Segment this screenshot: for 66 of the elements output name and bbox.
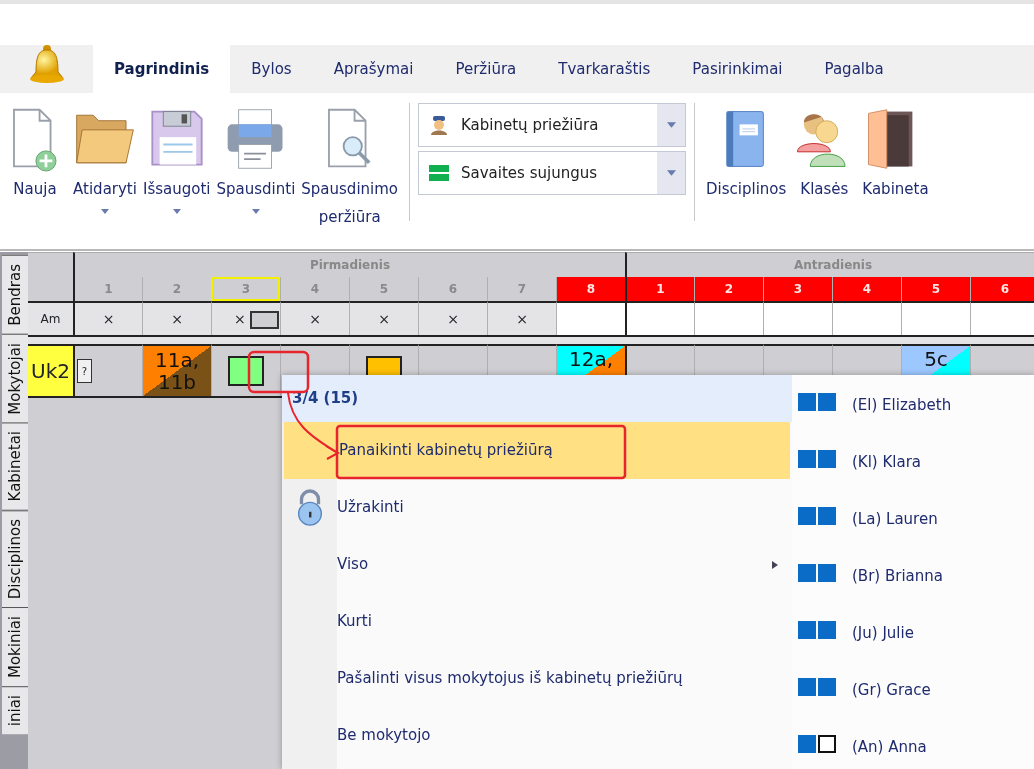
cross-mark: × [378, 309, 390, 329]
toolbar-button[interactable]: Kabineta [859, 103, 932, 203]
menu-item[interactable]: Viso [282, 536, 792, 593]
ribbon-tab[interactable]: Pagalba [803, 45, 905, 93]
unknown-card[interactable]: ? [77, 359, 92, 383]
grid-cell[interactable] [763, 301, 832, 335]
day-header: Pirmadienis [73, 252, 625, 277]
side-tab[interactable]: Bendras [2, 255, 28, 334]
grid-cell[interactable] [211, 344, 280, 396]
row-header: Am [28, 301, 73, 335]
ribbon-tab[interactable]: Pagrindinis [93, 45, 231, 93]
grid-cell[interactable] [970, 301, 1034, 335]
lesson-card[interactable] [228, 356, 264, 386]
grid-cell[interactable] [625, 301, 694, 335]
day-header: Antradienis [625, 252, 1034, 277]
cross-mark: × [309, 309, 321, 329]
toolbar-button[interactable]: Atidaryti [70, 103, 140, 214]
cross-mark: × [234, 309, 246, 329]
menu-item[interactable]: (La) Lauren [792, 491, 1034, 548]
grid-cell[interactable]: × [142, 301, 211, 335]
grid-cell[interactable]: × [73, 301, 142, 335]
menu-item[interactable]: Pašalinti visus mokytojus iš kabinetų priežiūrų [282, 650, 792, 707]
grid-cell[interactable] [832, 301, 901, 335]
toolbar-button[interactable]: Disciplinos [703, 103, 790, 203]
toolbar-button[interactable]: Spausdinti [213, 103, 299, 214]
row-header: Uk2 [28, 344, 73, 396]
dropdown-field[interactable]: Savaites sujungus [418, 151, 687, 195]
grid-cell[interactable] [901, 301, 970, 335]
side-tab[interactable]: Mokytojai [2, 333, 28, 423]
toolbar-button[interactable]: Išsaugoti [140, 103, 214, 214]
cross-mark: × [447, 309, 459, 329]
menu-item[interactable]: Kurti [282, 593, 792, 650]
toolbar-button[interactable]: Klasės [789, 103, 860, 203]
dropdown-field[interactable]: Kabinetų priežiūra [418, 103, 687, 147]
menu-item[interactable]: Panaikinti kabinetų priežiūrą [284, 422, 790, 479]
ribbon-tab[interactable]: Tvarkaraštis [537, 45, 672, 93]
ribbon-tab[interactable]: Peržiūra [434, 45, 538, 93]
grid-cell[interactable] [556, 301, 625, 335]
ribbon-tab[interactable]: Bylos [230, 45, 313, 93]
caret-icon [666, 122, 676, 128]
menu-item[interactable]: (An) Anna [792, 719, 1034, 769]
side-tab[interactable]: iniai [2, 686, 28, 735]
cross-mark: × [516, 309, 528, 329]
grid-cell[interactable] [694, 301, 763, 335]
side-tab[interactable]: Kabinetai [2, 422, 28, 510]
caret-icon [666, 170, 676, 176]
menu-item[interactable]: (Br) Brianna [792, 548, 1034, 605]
side-tab[interactable]: Mokiniai [2, 607, 28, 687]
ribbon-tab[interactable]: Aprašymai [312, 45, 435, 93]
menu-item[interactable]: Be mokytojo [282, 707, 792, 764]
grid-cell[interactable]: × [211, 301, 280, 335]
menu-item[interactable]: Užrakinti [282, 479, 792, 536]
menu-item[interactable]: (Ju) Julie [792, 605, 1034, 662]
toolbar-button[interactable]: Spausdinimo peržiūra [298, 103, 402, 231]
grid-cell[interactable]: × [349, 301, 418, 335]
grid-cell[interactable]: × [487, 301, 556, 335]
menu-item[interactable]: (Gr) Grace [792, 662, 1034, 719]
cross-mark: × [102, 309, 115, 329]
grid-cell[interactable]: × [418, 301, 487, 335]
grid-cell[interactable]: ? [73, 344, 142, 396]
ribbon-tab[interactable]: Pasirinkimai [671, 45, 804, 93]
cross-mark: × [171, 309, 183, 329]
menu-item[interactable]: (Kl) Klara [792, 434, 1034, 491]
side-tab[interactable]: Disciplinos [2, 509, 28, 608]
toolbar-button[interactable]: Nauja [0, 103, 70, 203]
grid-cell[interactable]: × [280, 301, 349, 335]
